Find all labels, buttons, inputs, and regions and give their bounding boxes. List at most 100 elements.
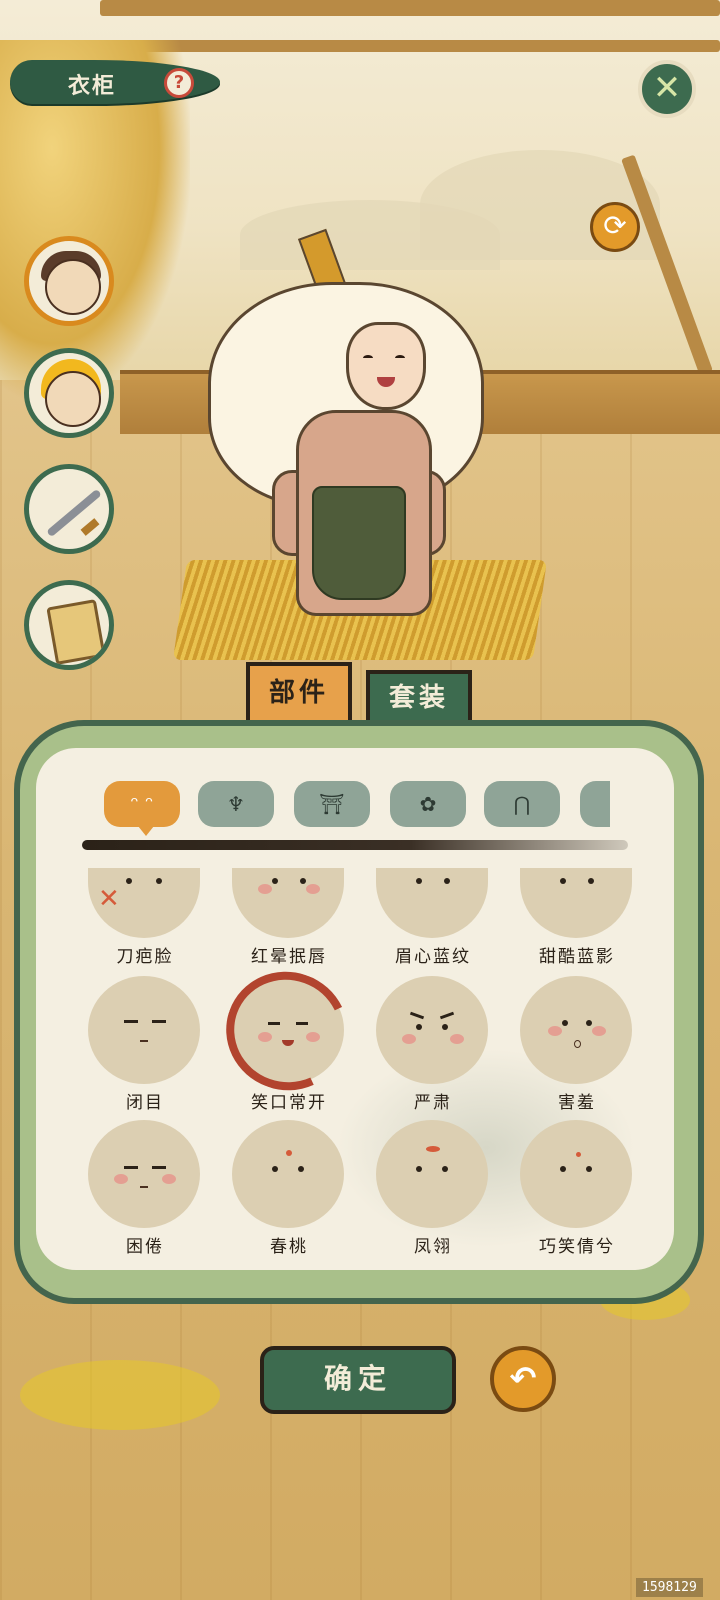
forehead-mark xyxy=(576,1152,581,1157)
roof-beam xyxy=(100,40,720,52)
expression-label: 甜酷蓝影 xyxy=(539,947,615,967)
eye xyxy=(586,1166,592,1172)
expression-item-serious[interactable]: 严肃 xyxy=(368,976,498,1116)
confirm-button[interactable]: 确定 xyxy=(260,1346,456,1414)
closed-eye xyxy=(152,1020,166,1023)
side-category-weapon[interactable] xyxy=(24,464,114,554)
question-mark-icon: ? xyxy=(173,72,185,93)
expression-item-spring-peach[interactable]: 春桃 xyxy=(224,1120,354,1260)
eye xyxy=(272,878,278,884)
brush-divider xyxy=(82,840,628,850)
undo-button[interactable]: ↶ xyxy=(490,1346,556,1412)
expression-item-big-smile[interactable]: 笑口常开 xyxy=(209,954,365,1116)
character-eye xyxy=(395,355,405,361)
expression-face xyxy=(520,1120,632,1228)
page-title: 衣柜 xyxy=(68,74,117,99)
expression-label: 严肃 xyxy=(414,1093,452,1113)
expression-face xyxy=(376,976,488,1084)
expression-label: 困倦 xyxy=(126,1237,164,1257)
expression-face xyxy=(88,976,200,1084)
rotate-character-button[interactable]: ⟳ xyxy=(590,202,640,252)
mouth xyxy=(140,1040,148,1042)
eye xyxy=(300,878,306,884)
expression-face xyxy=(376,868,488,938)
blush xyxy=(258,884,272,894)
expression-label: 笑口常开 xyxy=(251,1093,327,1113)
help-button[interactable]: ? xyxy=(164,68,194,98)
tab-suits[interactable]: 套装 xyxy=(366,670,472,726)
close-button[interactable]: ✕ xyxy=(638,60,696,118)
tab-parts[interactable]: 部件 xyxy=(246,662,352,724)
forehead-mark xyxy=(286,1150,292,1156)
blush xyxy=(592,1026,606,1036)
expression-label: 凤翎 xyxy=(414,1237,452,1257)
blush xyxy=(306,884,320,894)
eye xyxy=(588,878,594,884)
mouth xyxy=(574,1040,581,1048)
expression-item-phoenix-feather[interactable]: 凤翎 xyxy=(368,1120,498,1260)
clothing-icon[interactable]: ⛩ xyxy=(294,781,370,827)
expression-face xyxy=(520,868,632,938)
blush xyxy=(114,1174,128,1184)
rotate-arrows-icon: ⟳ xyxy=(603,209,627,242)
fallen-leaves xyxy=(20,1360,220,1430)
eye xyxy=(416,1166,422,1172)
eye xyxy=(444,878,450,884)
expression-label: 春桃 xyxy=(270,1237,308,1257)
expression-label: 闭目 xyxy=(126,1093,164,1113)
pants-icon[interactable]: ⋂ xyxy=(484,781,560,827)
sleepy-eye xyxy=(152,1166,166,1169)
face-expression-icon[interactable]: ᵔ ᵔ xyxy=(104,781,180,827)
forehead-mark xyxy=(426,1146,440,1152)
eye xyxy=(298,1166,304,1172)
watermark: 1598129 xyxy=(636,1578,703,1597)
expression-face xyxy=(376,1120,488,1228)
eye xyxy=(560,878,566,884)
side-category-golden-hero[interactable] xyxy=(24,348,114,438)
character-eye xyxy=(363,355,373,361)
eye xyxy=(562,1020,568,1026)
mouth xyxy=(140,1186,148,1188)
expression-face: ✕ xyxy=(88,868,200,938)
expression-face xyxy=(88,1120,200,1228)
sword-hilt xyxy=(80,518,100,536)
eye xyxy=(442,1166,448,1172)
blush xyxy=(548,1026,562,1036)
selected-ring xyxy=(209,954,365,1108)
scar-mark: ✕ xyxy=(98,884,120,914)
portrait-face xyxy=(45,371,101,427)
expression-item-shy[interactable]: 害羞 xyxy=(512,976,642,1116)
expression-face xyxy=(232,868,344,938)
expression-item-sleepy[interactable]: 困倦 xyxy=(80,1120,210,1260)
expression-face xyxy=(232,1120,344,1228)
eyebrow xyxy=(409,1011,425,1020)
blush xyxy=(402,1034,416,1044)
expression-label: 红晕抿唇 xyxy=(251,947,327,967)
eye xyxy=(442,1024,448,1030)
roof-beam xyxy=(100,0,720,16)
blush xyxy=(162,1174,176,1184)
sword-icon xyxy=(46,488,102,538)
hairstyle-icon[interactable]: ♆ xyxy=(198,781,274,827)
portrait-face xyxy=(45,259,101,315)
character-skirt xyxy=(312,486,406,600)
side-category-scroll[interactable] xyxy=(24,580,114,670)
expression-label: 巧笑倩兮 xyxy=(539,1237,615,1257)
character-face[interactable] xyxy=(346,322,426,410)
eye xyxy=(416,878,422,884)
side-category-male-hero[interactable] xyxy=(24,236,114,326)
flower-accessory-icon[interactable]: ✿ xyxy=(390,781,466,827)
eye xyxy=(126,878,132,884)
expression-item-closed-eyes[interactable]: 闭目 xyxy=(80,976,210,1116)
expression-item-charming-smile[interactable]: 巧笑倩兮 xyxy=(512,1120,642,1260)
expression-label: 害羞 xyxy=(558,1093,596,1113)
closed-eye xyxy=(124,1020,138,1023)
eye xyxy=(560,1166,566,1172)
close-x-icon: ✕ xyxy=(652,68,682,108)
more-icon[interactable]: ◐ xyxy=(580,781,610,827)
expression-label: 刀疤脸 xyxy=(116,947,174,967)
active-category-pointer xyxy=(138,826,154,836)
sleepy-eye xyxy=(124,1166,138,1169)
undo-arrow-icon: ↶ xyxy=(509,1359,537,1397)
eyebrow xyxy=(439,1011,455,1020)
